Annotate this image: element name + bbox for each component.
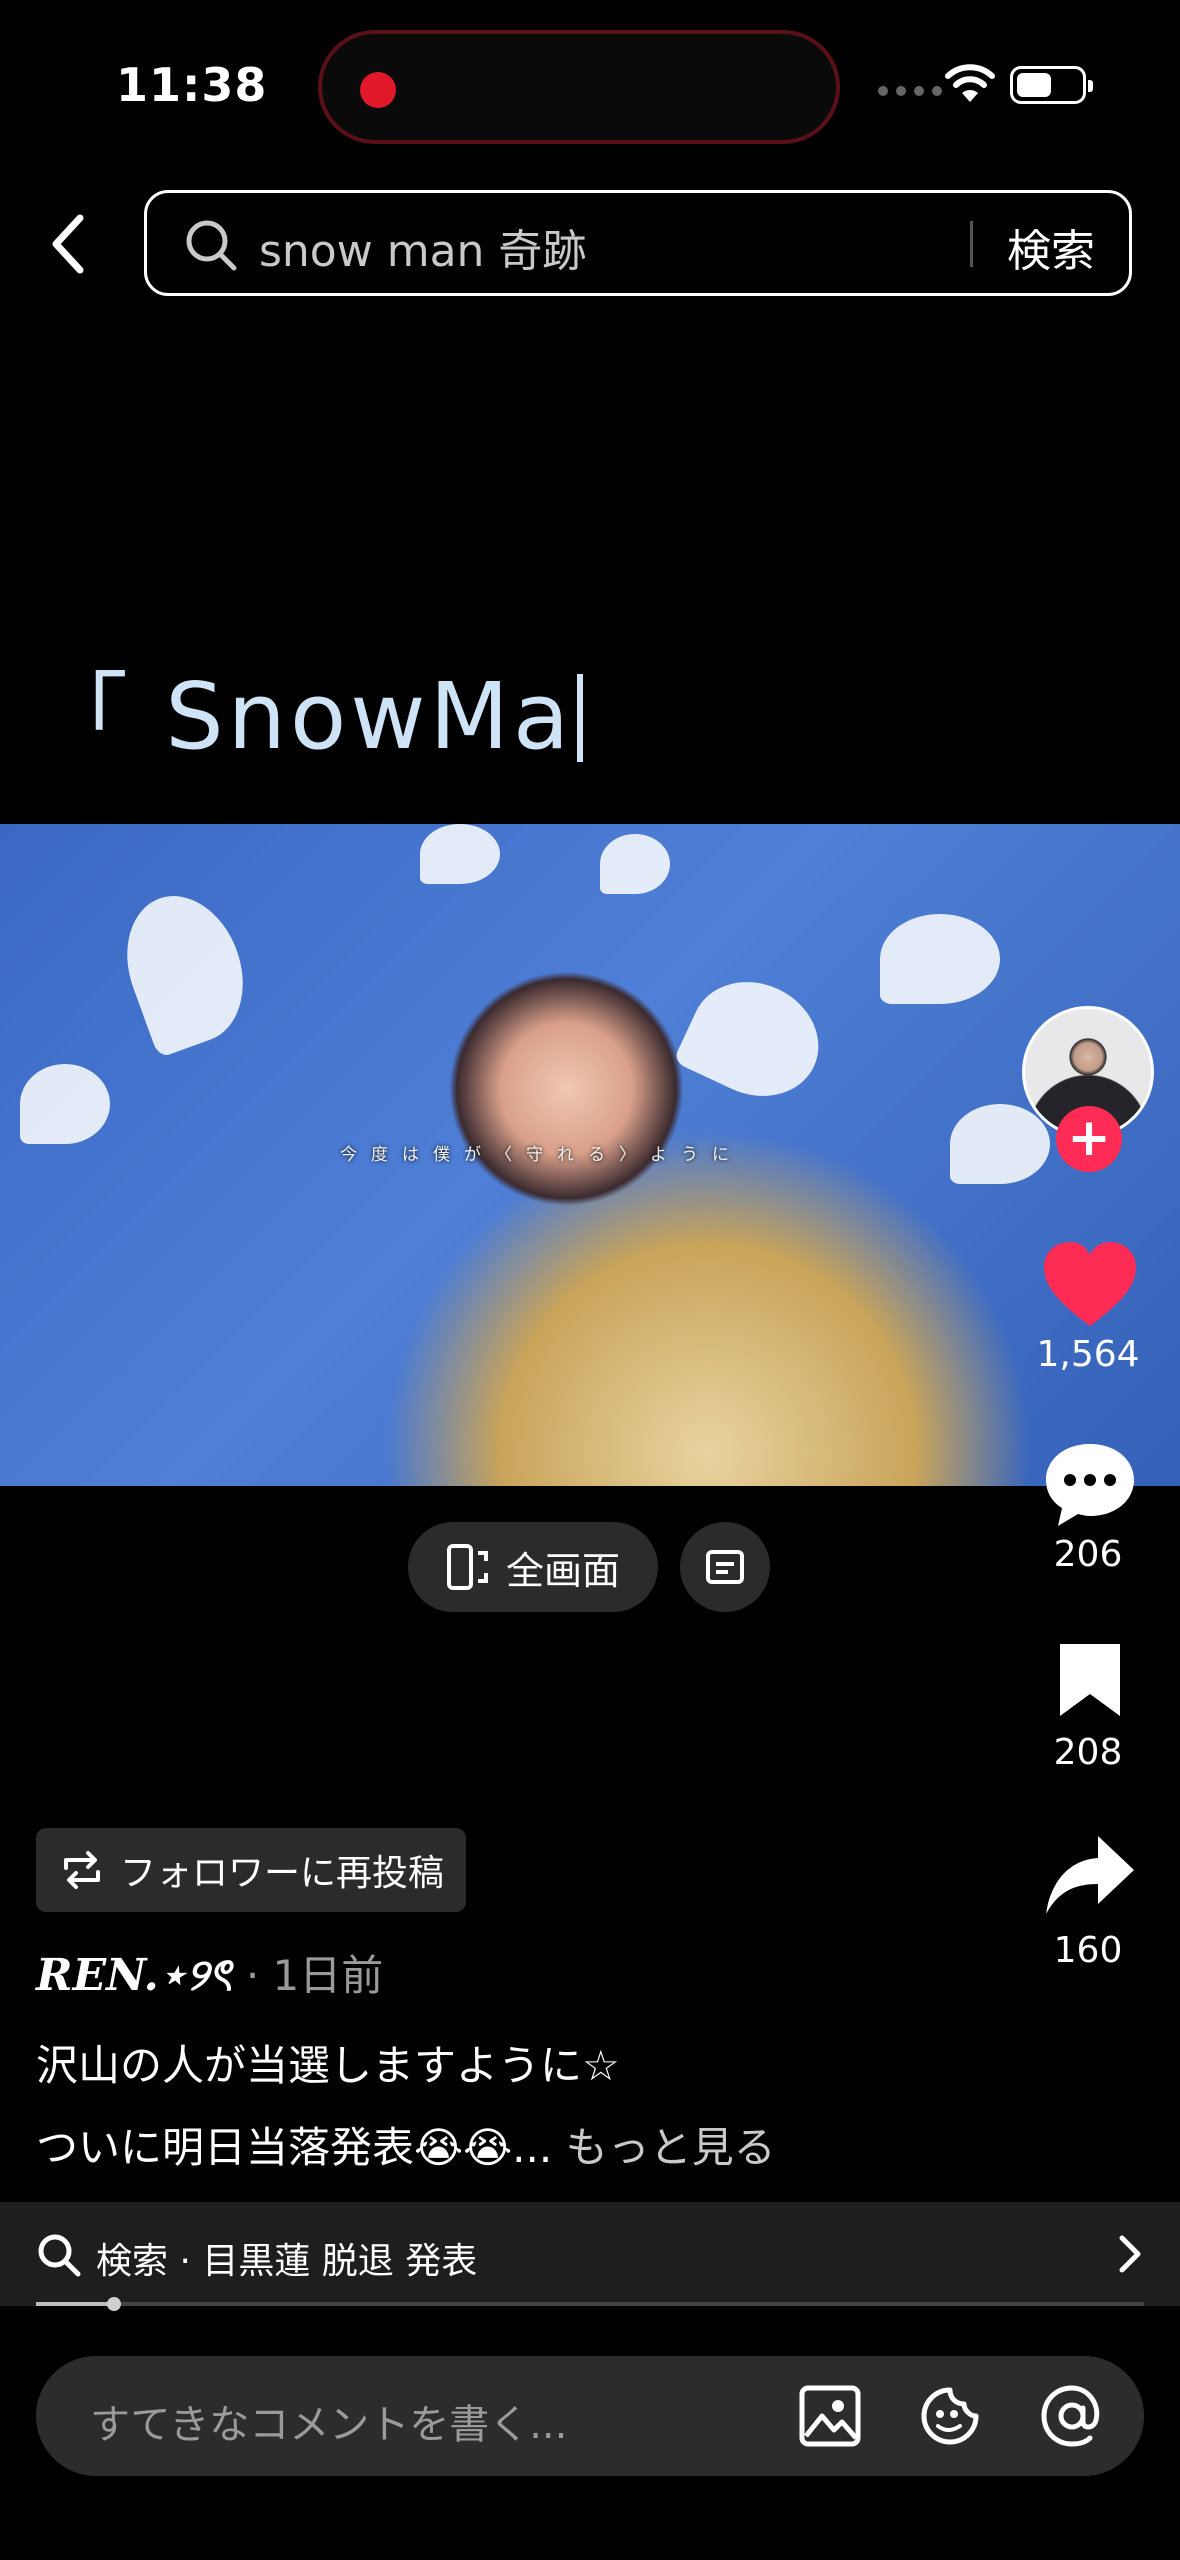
picture-in-picture-button[interactable] bbox=[680, 1522, 770, 1612]
author-name[interactable]: REN.⋆୨ৎ bbox=[36, 1950, 232, 2001]
fullscreen-label: 全画面 bbox=[506, 1548, 621, 1593]
video-player[interactable]: 今度は僕が〈守れる〉ように bbox=[0, 824, 1180, 1486]
search-query[interactable]: snow man 奇跡 bbox=[259, 215, 586, 279]
caption-text: ついに明日当落発表😭😭... もっと見る bbox=[36, 2114, 776, 2175]
video-title-overlay: 「 SnowMa bbox=[36, 642, 584, 775]
related-search-bar[interactable]: 検索 · 目黒蓮 脱退 発表 bbox=[0, 2202, 1180, 2306]
pip-icon bbox=[706, 1550, 744, 1584]
heart-icon[interactable] bbox=[1040, 1240, 1140, 1330]
battery-icon bbox=[1010, 66, 1093, 104]
like-count: 1,564 bbox=[1036, 1334, 1140, 1375]
share-count: 160 bbox=[1053, 1930, 1123, 1971]
mention-icon[interactable] bbox=[1038, 2382, 1106, 2450]
video-progress-bar[interactable] bbox=[36, 2297, 1144, 2311]
comment-icon[interactable] bbox=[1040, 1440, 1140, 1530]
share-icon[interactable] bbox=[1042, 1832, 1138, 1918]
search-icon bbox=[186, 220, 237, 271]
comment-input[interactable]: すてきなコメントを書く... bbox=[90, 2392, 567, 2450]
emoji-icon[interactable] bbox=[918, 2384, 982, 2448]
video-title-text: 「 SnowMa bbox=[36, 663, 574, 770]
comment-input-bar[interactable]: すてきなコメントを書く... bbox=[36, 2356, 1144, 2476]
repost-label: フォロワーに再投稿 bbox=[120, 1853, 445, 1894]
text-caret bbox=[577, 674, 584, 762]
feather-decoration bbox=[20, 1064, 110, 1144]
bookmark-count: 208 bbox=[1053, 1732, 1123, 1773]
see-more-link[interactable]: もっと見る bbox=[566, 2123, 776, 2172]
feather-decoration bbox=[420, 824, 500, 884]
related-search-label: 検索 · 目黒蓮 脱退 発表 bbox=[96, 2241, 478, 2282]
status-time: 11:38 bbox=[116, 58, 268, 112]
image-icon[interactable] bbox=[798, 2384, 862, 2448]
search-input[interactable]: snow man 奇跡 検索 bbox=[144, 190, 1132, 296]
bookmark-icon[interactable] bbox=[1054, 1640, 1126, 1720]
feather-decoration bbox=[880, 914, 1000, 1004]
video-subtitle: 今度は僕が〈守れる〉ように bbox=[340, 1145, 743, 1165]
search-icon bbox=[38, 2234, 81, 2277]
chevron-right-icon bbox=[1119, 2235, 1141, 2273]
search-submit-button[interactable]: 検索 bbox=[1007, 215, 1095, 279]
cellular-signal-icon bbox=[878, 86, 942, 96]
video-progress-knob[interactable] bbox=[106, 2297, 121, 2311]
fullscreen-button[interactable]: 全画面 bbox=[408, 1522, 658, 1612]
caption-text-continued: ついに明日当落発表😭😭... bbox=[36, 2123, 553, 2172]
video-progress-fill bbox=[36, 2302, 114, 2306]
feather-decoration bbox=[600, 834, 670, 894]
comment-count: 206 bbox=[1053, 1534, 1123, 1575]
caption-text: 沢山の人が当選しますように☆ bbox=[36, 2041, 620, 2090]
dynamic-island bbox=[318, 30, 840, 144]
author-line: REN.⋆୨ৎ · 1日前 bbox=[36, 1942, 383, 2015]
feather-decoration bbox=[107, 879, 263, 1059]
recording-indicator-icon bbox=[360, 72, 396, 108]
back-button[interactable] bbox=[40, 208, 96, 280]
search-divider bbox=[970, 221, 973, 267]
repost-icon bbox=[64, 1851, 100, 1889]
fullscreen-icon bbox=[447, 1544, 488, 1590]
post-time: · 1日前 bbox=[245, 1951, 384, 2000]
follow-button[interactable]: + bbox=[1056, 1106, 1122, 1172]
repost-to-followers-button[interactable]: フォロワーに再投稿 bbox=[36, 1828, 467, 1912]
wifi-icon bbox=[945, 64, 995, 102]
feather-decoration bbox=[950, 1104, 1050, 1184]
feather-decoration bbox=[672, 961, 838, 1117]
